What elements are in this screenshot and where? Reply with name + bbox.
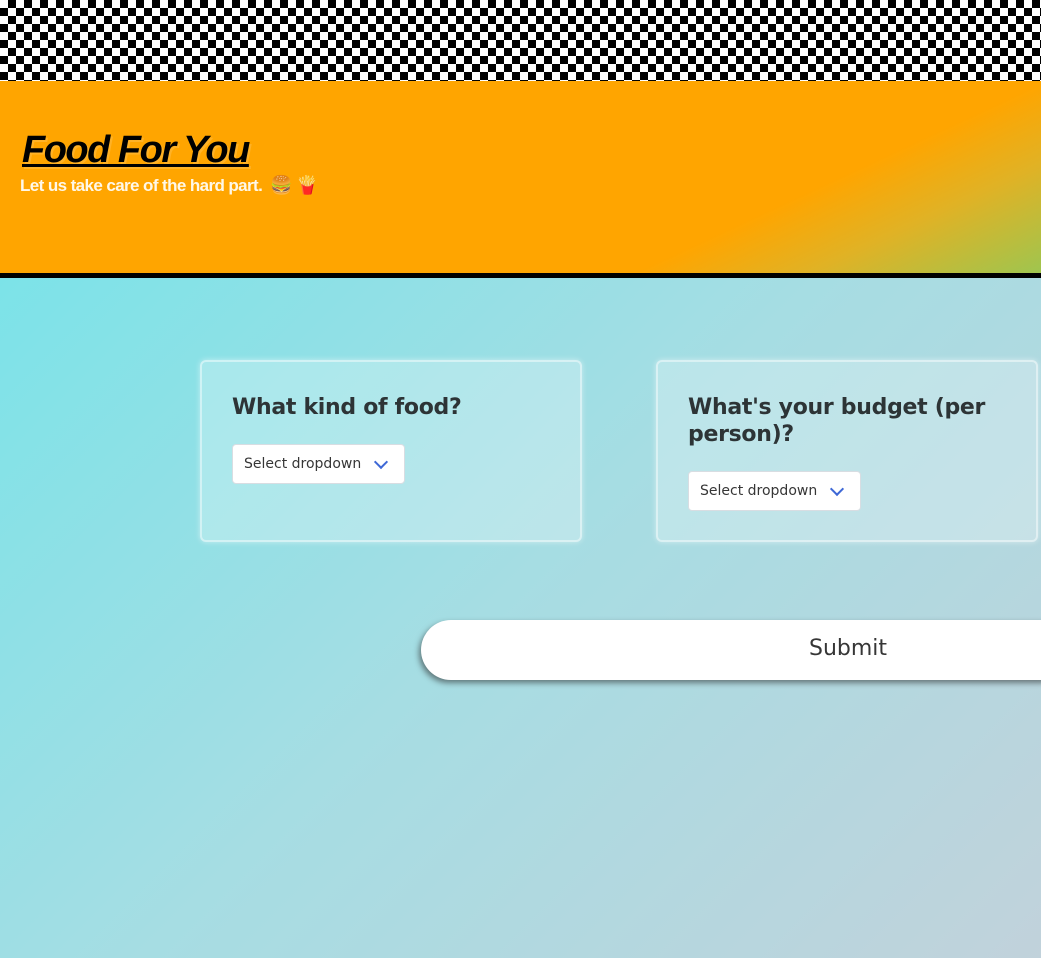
food-type-dropdown-value: Select dropdown (244, 456, 362, 472)
submit-label: Submit (809, 636, 888, 661)
chevron-down-icon (829, 481, 845, 497)
fries-icon: 🍟 (296, 175, 318, 195)
site-header: Food For You Let us take care of the har… (0, 81, 1041, 278)
chevron-down-icon (373, 454, 389, 470)
site-title: Food For You (22, 129, 250, 171)
budget-question: What's your budget (per person)? (688, 395, 986, 447)
food-type-card: What kind of food? Select dropdown (200, 360, 582, 542)
checkered-banner (0, 0, 1041, 81)
food-type-question: What kind of food? (232, 395, 462, 420)
submit-button[interactable]: Submit (421, 620, 1041, 680)
food-type-dropdown[interactable]: Select dropdown (232, 444, 405, 484)
site-tagline: Let us take care of the hard part. 🍔 🍟 (20, 175, 319, 196)
budget-dropdown[interactable]: Select dropdown (688, 471, 861, 511)
budget-dropdown-value: Select dropdown (700, 483, 818, 499)
tagline-text: Let us take care of the hard part. (20, 176, 263, 195)
budget-card: What's your budget (per person)? Select … (656, 360, 1038, 542)
burger-icon: 🍔 (270, 175, 293, 195)
